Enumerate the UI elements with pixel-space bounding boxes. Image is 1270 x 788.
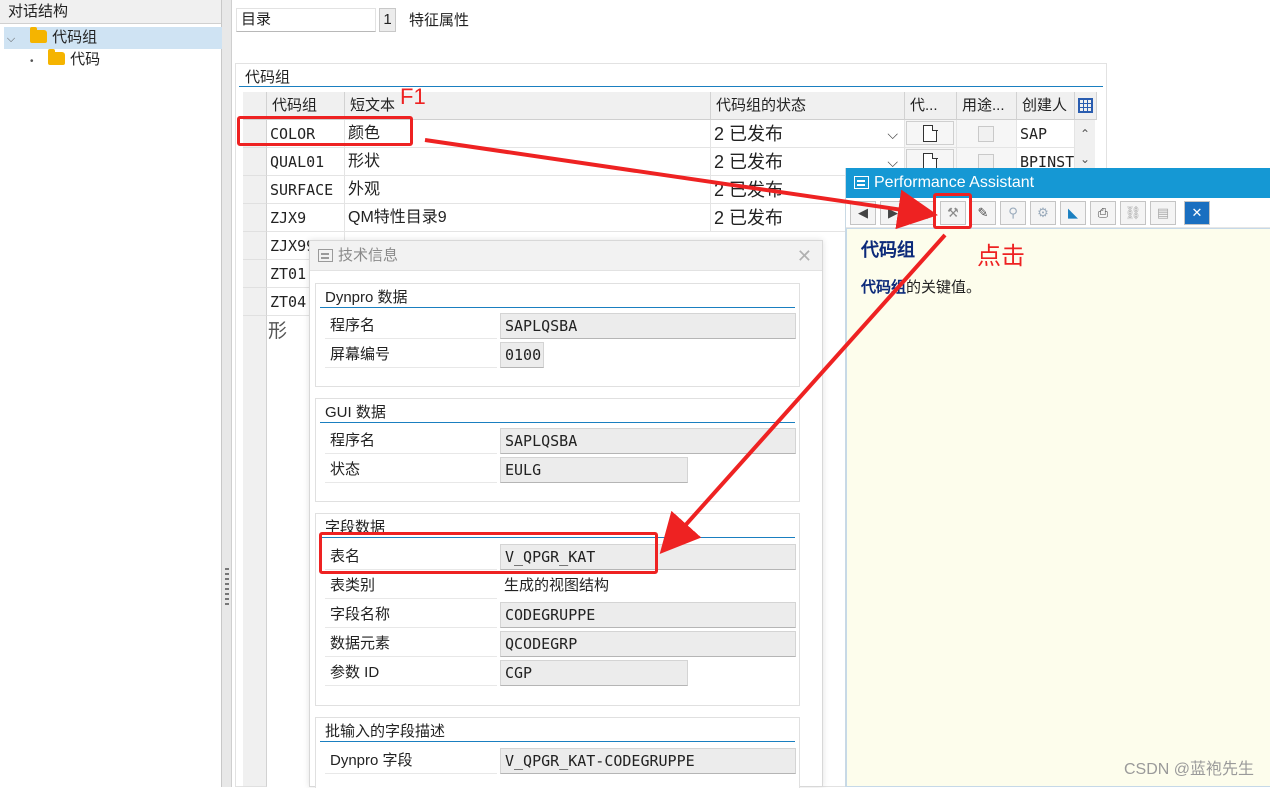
arrow-to-tech-button bbox=[425, 140, 930, 214]
watermark: CSDN @蓝袍先生 bbox=[1124, 755, 1254, 779]
arrow-to-table-name bbox=[665, 235, 945, 548]
annotation-arrows bbox=[0, 0, 1270, 787]
